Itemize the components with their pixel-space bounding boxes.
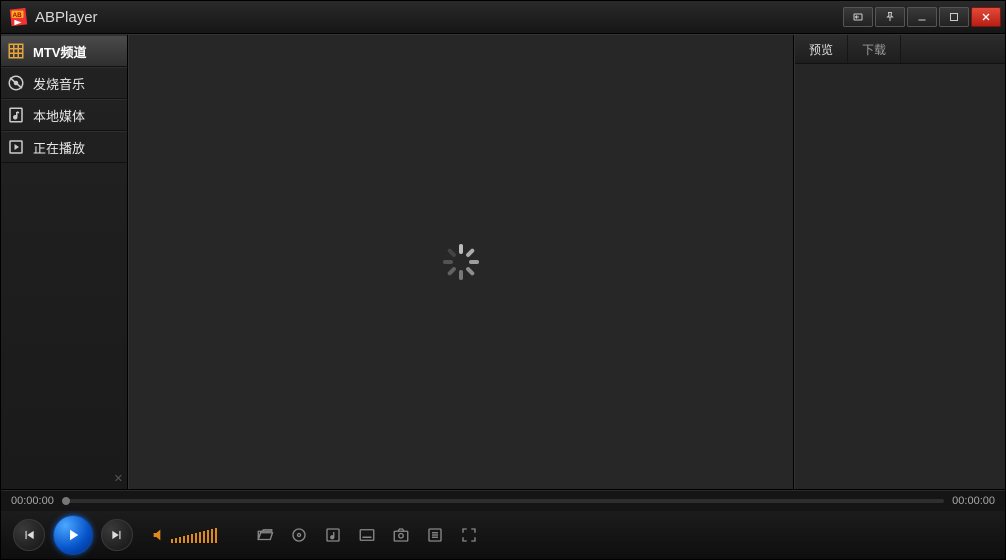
tab-label: 预览 bbox=[809, 41, 833, 58]
main-area: MTV频道 发烧音乐 本地媒体 正在播放 ✕ bbox=[1, 34, 1005, 490]
volume-bars[interactable] bbox=[171, 527, 217, 543]
sidebar: MTV频道 发烧音乐 本地媒体 正在播放 ✕ bbox=[1, 35, 128, 489]
window-pin-button[interactable] bbox=[875, 7, 905, 27]
sidebar-item-label: 正在播放 bbox=[33, 138, 85, 157]
sidebar-item-music[interactable]: 发烧音乐 bbox=[1, 67, 127, 99]
svg-text:AB: AB bbox=[13, 12, 23, 19]
next-button[interactable] bbox=[101, 519, 133, 551]
app-window: AB ABPlayer MTV频道 bbox=[0, 0, 1006, 560]
seek-slider[interactable] bbox=[62, 499, 944, 503]
sidebar-item-nowplaying[interactable]: 正在播放 bbox=[1, 131, 127, 163]
seek-thumb[interactable] bbox=[62, 497, 70, 505]
tab-download[interactable]: 下载 bbox=[848, 35, 901, 63]
play-box-icon bbox=[7, 138, 25, 156]
sidebar-item-label: MTV频道 bbox=[33, 42, 86, 61]
music-file-icon bbox=[7, 106, 25, 124]
time-current: 00:00:00 bbox=[11, 495, 54, 507]
sidebar-item-local[interactable]: 本地媒体 bbox=[1, 99, 127, 131]
volume-control[interactable] bbox=[151, 527, 217, 543]
volume-icon bbox=[151, 527, 167, 543]
grid-icon bbox=[7, 42, 25, 60]
previous-button[interactable] bbox=[13, 519, 45, 551]
fullscreen-button[interactable] bbox=[459, 525, 479, 545]
loading-spinner-icon bbox=[443, 244, 479, 280]
window-minimize-button[interactable] bbox=[907, 7, 937, 27]
toolbar bbox=[255, 525, 479, 545]
window-back-button[interactable] bbox=[843, 7, 873, 27]
subtitle-button[interactable] bbox=[357, 525, 377, 545]
app-title: ABPlayer bbox=[35, 9, 98, 26]
right-panel-tabs: 预览 下载 bbox=[795, 35, 1005, 64]
snapshot-button[interactable] bbox=[391, 525, 411, 545]
playlist-button[interactable] bbox=[425, 525, 445, 545]
right-panel-body bbox=[795, 64, 1005, 489]
right-panel: 预览 下载 bbox=[794, 35, 1005, 489]
app-logo-icon: AB bbox=[7, 6, 29, 28]
time-total: 00:00:00 bbox=[952, 495, 995, 507]
disc-icon bbox=[7, 74, 25, 92]
progress-bar-row: 00:00:00 00:00:00 bbox=[1, 490, 1005, 511]
disc-button[interactable] bbox=[289, 525, 309, 545]
sidebar-item-label: 发烧音乐 bbox=[33, 74, 85, 93]
titlebar: AB ABPlayer bbox=[1, 1, 1005, 34]
sidebar-collapse-button[interactable]: ✕ bbox=[114, 472, 123, 485]
window-maximize-button[interactable] bbox=[939, 7, 969, 27]
play-button[interactable] bbox=[53, 515, 93, 555]
tab-preview[interactable]: 预览 bbox=[795, 35, 848, 63]
sidebar-item-mtv[interactable]: MTV频道 bbox=[1, 35, 127, 67]
video-area[interactable] bbox=[128, 35, 794, 489]
open-file-button[interactable] bbox=[255, 525, 275, 545]
controls-bar bbox=[1, 511, 1005, 559]
window-close-button[interactable] bbox=[971, 7, 1001, 27]
music-button[interactable] bbox=[323, 525, 343, 545]
tab-label: 下载 bbox=[862, 41, 886, 58]
sidebar-item-label: 本地媒体 bbox=[33, 106, 85, 125]
